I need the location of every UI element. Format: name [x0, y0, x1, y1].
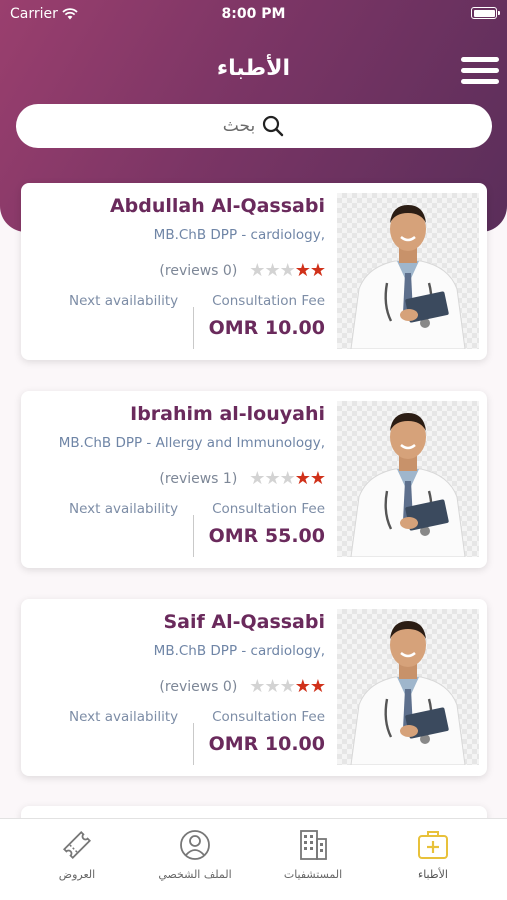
star-filled-icon: ★	[294, 468, 311, 489]
doctor-avatar-icon	[350, 205, 466, 349]
divider	[193, 307, 194, 349]
tab-offers[interactable]: العروض	[22, 827, 132, 881]
consultation-fee-value: OMR 10.00	[208, 317, 325, 339]
doctor-name[interactable]: Saif Al-Qassabi	[35, 611, 325, 633]
divider	[193, 723, 194, 765]
reviews-count: (reviews 0)	[159, 678, 238, 695]
star-empty-icon: ★	[249, 468, 265, 489]
doctor-specialty: MB.ChB DPP - Allergy and Immunology,	[58, 435, 325, 451]
ticket-icon	[62, 830, 92, 860]
star-empty-icon: ★	[279, 468, 296, 489]
star-empty-icon: ★	[264, 468, 280, 489]
rating-row: (reviews 0) ★★★★★	[159, 260, 326, 281]
star-rating: ★★★★★	[249, 260, 326, 281]
status-time: 8:00 PM	[221, 6, 286, 22]
next-availability-label: Next availability	[69, 501, 179, 517]
search-input[interactable]: بحث	[16, 104, 492, 148]
doctor-photo	[337, 609, 479, 765]
star-empty-icon: ★	[249, 260, 265, 281]
star-empty-icon: ★	[279, 676, 296, 697]
consultation-fee-value: OMR 10.00	[208, 733, 325, 755]
doctor-avatar-icon	[350, 413, 466, 557]
doctor-photo	[337, 401, 479, 557]
consultation-fee-label: Consultation Fee	[212, 709, 325, 725]
doctor-name[interactable]: Ibrahim al-louyahi	[35, 403, 325, 425]
star-filled-icon: ★	[309, 468, 326, 489]
star-filled-icon: ★	[309, 676, 326, 697]
bottom-tab-bar: العروض الملف الشخصي المستشفيات الأطباء	[0, 818, 507, 900]
rating-row: (reviews 0) ★★★★★	[159, 676, 326, 697]
tab-label: المستشفيات	[283, 868, 343, 881]
consultation-fee-value: OMR 55.00	[208, 525, 325, 547]
search-placeholder: بحث	[222, 116, 256, 136]
profile-icon	[180, 830, 210, 860]
doctor-specialty: MB.ChB DPP - cardiology,	[153, 643, 325, 659]
star-empty-icon: ★	[264, 676, 280, 697]
tab-doctors[interactable]: الأطباء	[378, 827, 488, 881]
tab-profile[interactable]: الملف الشخصي	[140, 827, 250, 881]
consultation-fee-label: Consultation Fee	[212, 501, 325, 517]
doctor-specialty: MB.ChB DPP - cardiology,	[153, 227, 325, 243]
battery-icon	[471, 7, 500, 19]
hospital-building-icon	[300, 830, 327, 860]
search-icon	[263, 115, 284, 137]
status-bar: Carrier 8:00 PM	[0, 0, 507, 28]
star-filled-icon: ★	[309, 260, 326, 281]
reviews-count: (reviews 0)	[159, 262, 238, 279]
doctor-card[interactable]: Ibrahim al-louyahi MB.ChB DPP - Allergy …	[21, 391, 487, 568]
star-rating: ★★★★★	[249, 468, 326, 489]
next-availability-label: Next availability	[69, 709, 179, 725]
rating-row: (reviews 1) ★★★★★	[159, 468, 326, 489]
doctor-card[interactable]: Abdullah Al-Qassabi MB.ChB DPP - cardiol…	[21, 183, 487, 360]
doctor-avatar-icon	[350, 621, 466, 765]
star-rating: ★★★★★	[249, 676, 326, 697]
divider	[193, 515, 194, 557]
page-title: الأطباء	[216, 56, 291, 81]
doctor-name[interactable]: Abdullah Al-Qassabi	[35, 195, 325, 217]
doctor-photo	[337, 193, 479, 349]
star-empty-icon: ★	[249, 676, 265, 697]
tab-label: العروض	[58, 868, 96, 881]
tab-label: الأطباء	[418, 868, 448, 881]
consultation-fee-label: Consultation Fee	[212, 293, 325, 309]
tab-hospitals[interactable]: المستشفيات	[258, 827, 368, 881]
star-filled-icon: ★	[294, 260, 311, 281]
star-empty-icon: ★	[279, 260, 296, 281]
tab-label: الملف الشخصي	[158, 868, 232, 881]
reviews-count: (reviews 1)	[159, 470, 238, 487]
doctor-card[interactable]: Saif Al-Qassabi MB.ChB DPP - cardiology,…	[21, 599, 487, 776]
next-availability-label: Next availability	[69, 293, 179, 309]
medical-kit-icon	[418, 831, 448, 859]
star-empty-icon: ★	[264, 260, 280, 281]
star-filled-icon: ★	[294, 676, 311, 697]
hamburger-menu-icon[interactable]	[461, 56, 499, 86]
